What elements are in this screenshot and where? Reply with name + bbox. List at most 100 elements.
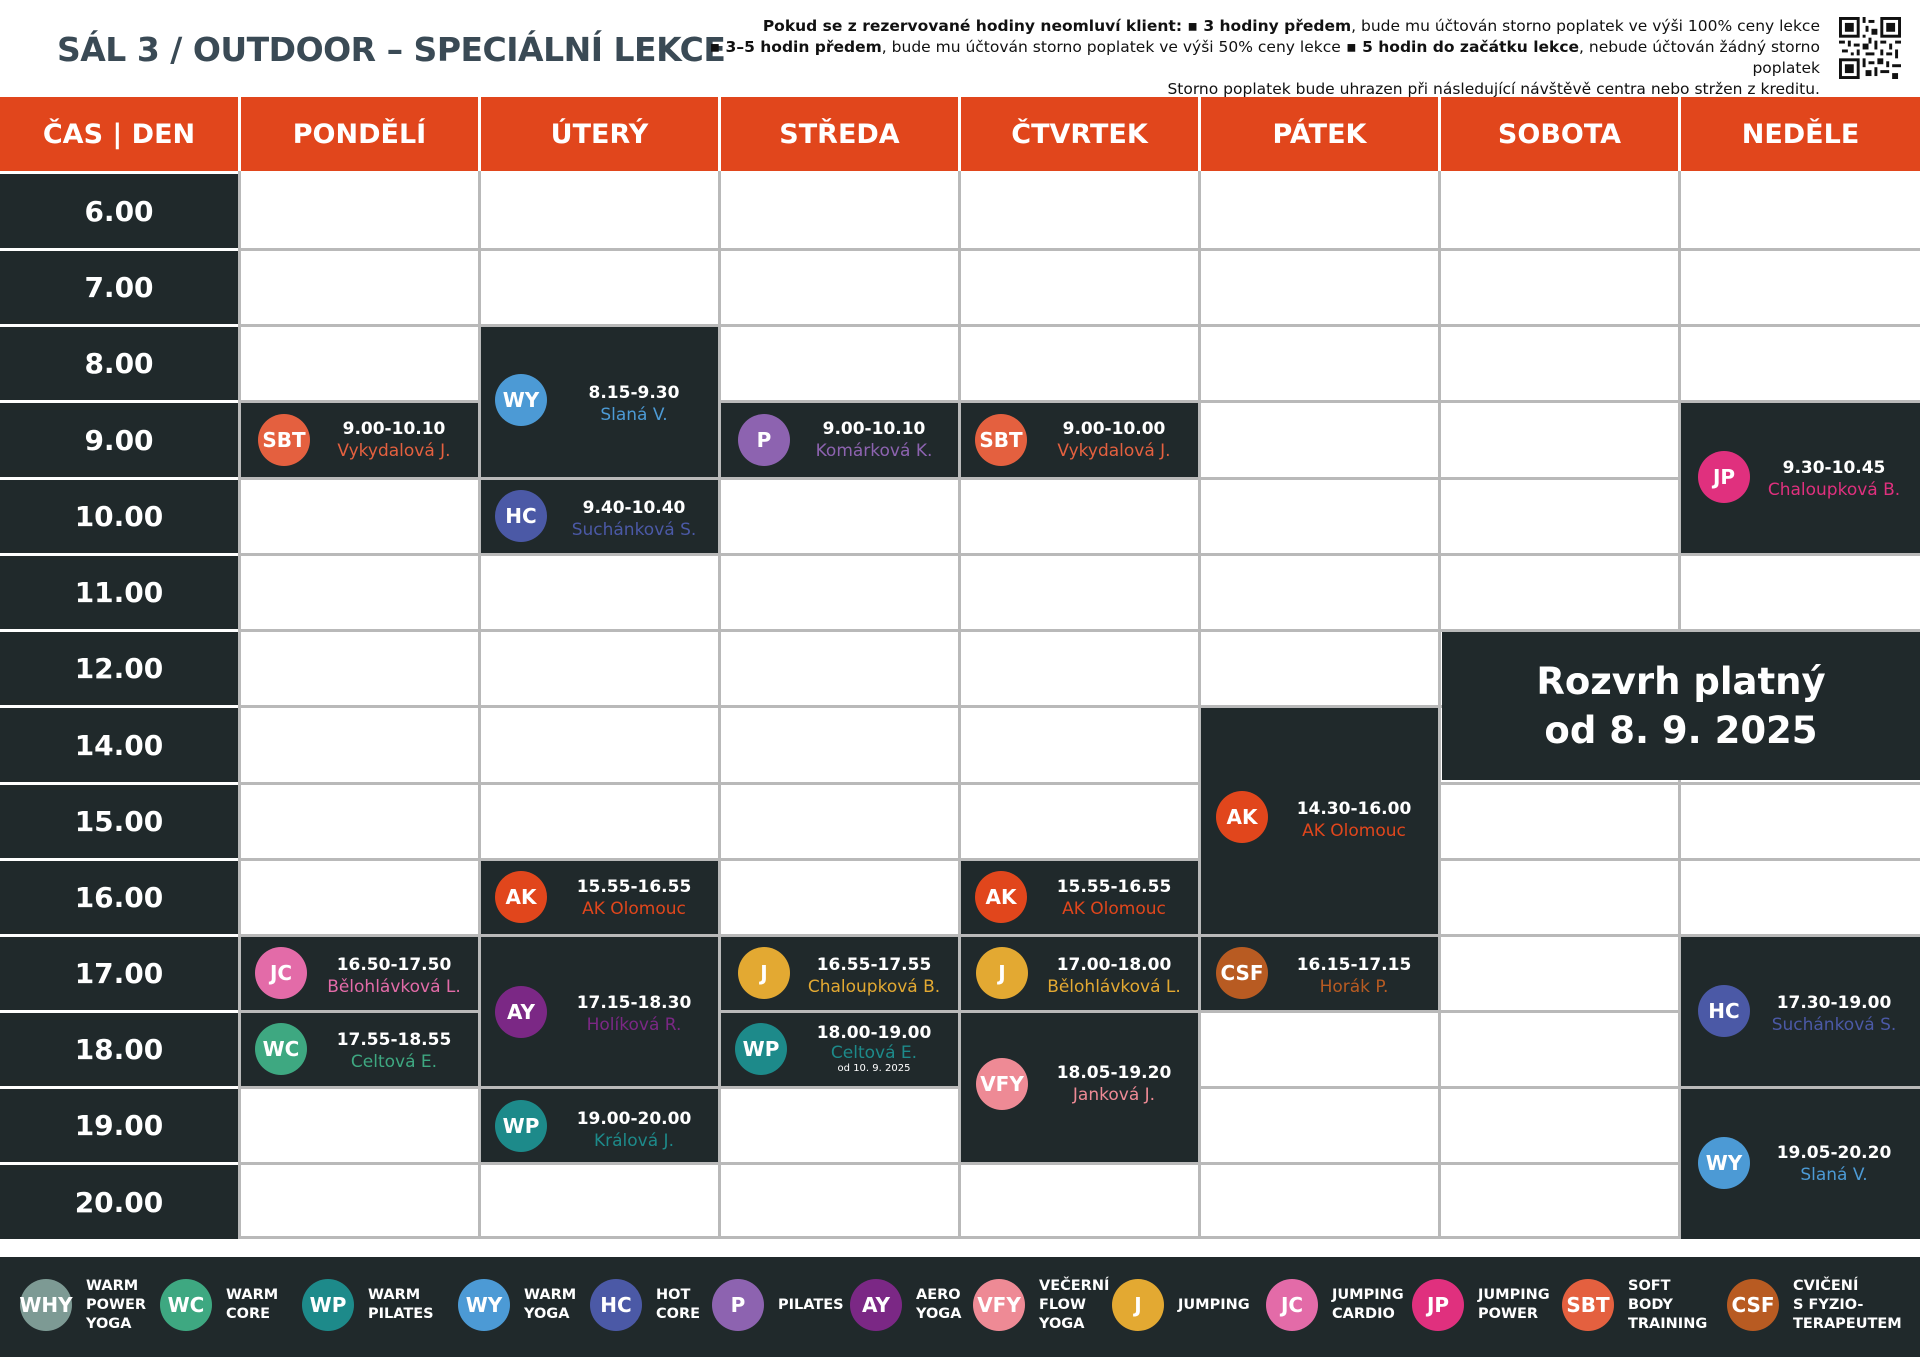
lesson-block[interactable]: WP 19.00-20.00 Králová J. [481,1089,718,1162]
lesson-instructor: Bělohlávková L. [327,977,461,997]
lesson-block[interactable]: JP 9.30-10.45 Chaloupková B. [1681,403,1920,553]
lesson-instructor: Chaloupková B. [1767,480,1901,500]
legend-label: AERO YOGA [916,1287,962,1322]
legend-code-badge: AY [850,1279,902,1331]
lesson-time: 8.15-9.30 [588,383,680,403]
lesson-instructor: Janková J. [1072,1085,1156,1105]
lesson-instructor: Vykydalová J. [337,441,451,461]
legend-code-badge: WC [160,1279,212,1331]
lesson-instructor: Slaná V. [600,405,668,425]
lesson-block[interactable]: AK 15.55-16.55 AK Olomouc [481,861,718,934]
legend-label: CVIČENÍ S FYZIO- TERAPEUTEM [1793,1277,1902,1332]
lesson-time: 16.55-17.55 [816,955,932,975]
lesson-code-badge: AK [495,871,547,923]
lesson-instructor: Celtová E. [830,1043,918,1063]
lesson-code-badge: CSF [1216,947,1268,999]
header-friday: PÁTEK [1201,97,1438,171]
lesson-block[interactable]: J 17.00-18.00 Bělohlávková L. [961,937,1198,1010]
header-thursday: ČTVRTEK [961,97,1198,171]
lesson-block[interactable]: HC 17.30-19.00 Suchánková S. [1681,937,1920,1086]
header-sunday: NEDĚLE [1681,97,1920,171]
lesson-time: 16.15-17.15 [1296,955,1412,975]
time-slot: 11.00 [0,556,238,629]
lesson-time: 9.40-10.40 [582,498,686,518]
legend-label: WARM POWER YOGA [86,1277,147,1332]
lesson-block[interactable]: AK 14.30-16.00 AK Olomouc [1201,708,1438,934]
lesson-block[interactable]: WY 8.15-9.30 Slaná V. [481,327,718,477]
cancellation-notice: Pokud se z rezervované hodiny neomluví k… [709,17,1820,98]
lesson-code-badge: HC [495,490,547,542]
header-saturday: SOBOTA [1441,97,1678,171]
legend-code-badge: HC [590,1279,642,1331]
time-slot: 14.00 [0,708,238,782]
lesson-instructor: Suchánková S. [571,520,697,540]
time-slot: 7.00 [0,251,238,324]
lesson-instructor: Holíková R. [586,1015,682,1035]
legend-code-badge: SBT [1562,1279,1614,1331]
legend-code-badge: WP [302,1279,354,1331]
lesson-block[interactable]: AK 15.55-16.55 AK Olomouc [961,861,1198,934]
time-slot: 9.00 [0,403,238,477]
time-slot: 16.00 [0,861,238,934]
lesson-time: 17.15-18.30 [576,993,692,1013]
lesson-block[interactable]: WC 17.55-18.55 Celtová E. [241,1013,478,1086]
lesson-code-badge: VFY [976,1058,1028,1110]
lesson-block[interactable]: SBT 9.00-10.10 Vykydalová J. [241,403,478,477]
lesson-block[interactable]: P 9.00-10.10 Komárková K. [721,403,958,477]
lesson-time: 14.30-16.00 [1296,799,1412,819]
lesson-block[interactable]: AY 17.15-18.30 Holíková R. [481,937,718,1086]
lesson-time: 9.00-10.10 [822,419,926,439]
legend-code-badge: J [1112,1279,1164,1331]
lesson-block[interactable]: J 16.55-17.55 Chaloupková B. [721,937,958,1010]
lesson-time: 16.50-17.50 [336,955,452,975]
lesson-instructor: AK Olomouc [582,899,686,919]
lesson-note: od 10. 9. 2025 [837,1063,911,1074]
lesson-time: 17.55-18.55 [336,1030,452,1050]
lesson-code-badge: AK [1216,791,1268,843]
legend-label: WARM YOGA [524,1287,577,1322]
lesson-instructor: Komárková K. [815,441,933,461]
lesson-block[interactable]: SBT 9.00-10.00 Vykydalová J. [961,403,1198,477]
lesson-instructor: Celtová E. [350,1052,438,1072]
legend-code-badge: VFY [973,1279,1025,1331]
qr-code-icon[interactable] [1839,17,1901,79]
lesson-code-badge: SBT [258,414,310,466]
valid-from-line1: Rozvrh platný [1536,660,1826,703]
lesson-time: 17.00-18.00 [1056,955,1172,975]
lesson-block[interactable]: JC 16.50-17.50 Bělohlávková L. [241,937,478,1010]
lesson-block[interactable]: CSF 16.15-17.15 Horák P. [1201,937,1438,1010]
lesson-time: 9.00-10.10 [342,419,446,439]
lesson-code-badge: AY [495,986,547,1038]
lesson-instructor: Slaná V. [1800,1165,1868,1185]
lesson-block[interactable]: HC 9.40-10.40 Suchánková S. [481,480,718,553]
legend-label: HOT CORE [656,1287,701,1322]
legend-label: WARM CORE [226,1287,279,1322]
lesson-block[interactable]: WP 18.00-19.00 Celtová E. od 10. 9. 2025 [721,1013,958,1086]
time-slot: 20.00 [0,1165,238,1239]
lesson-time: 18.05-19.20 [1056,1063,1172,1083]
lesson-time: 15.55-16.55 [1056,877,1172,897]
legend-code-badge: WHY [19,1279,73,1331]
time-slot: 10.00 [0,480,238,553]
grid-divider [238,782,1920,785]
lesson-code-badge: J [738,947,790,999]
header-time-day: ČAS | DEN [0,97,238,171]
schedule-valid-from: Rozvrh platný od 8. 9. 2025 [1442,632,1920,780]
lesson-code-badge: JP [1698,451,1750,503]
lesson-code-badge: WP [735,1023,787,1075]
time-slot: 17.00 [0,937,238,1010]
lesson-block[interactable]: VFY 18.05-19.20 Janková J. [961,1013,1198,1162]
lesson-instructor: Chaloupková B. [807,977,941,997]
lesson-time: 17.30-19.00 [1776,993,1892,1013]
lesson-instructor: AK Olomouc [1302,821,1406,841]
legend-label: JUMPING CARDIO [1332,1287,1404,1322]
header-tuesday: ÚTERÝ [481,97,718,171]
legend-label: JUMPING POWER [1478,1287,1550,1322]
grid-divider [238,1162,1920,1165]
lesson-code-badge: J [976,947,1028,999]
legend-code-badge: WY [458,1279,510,1331]
legend-code-badge: CSF [1727,1279,1779,1331]
lesson-block[interactable]: WY 19.05-20.20 Slaná V. [1681,1089,1920,1239]
lesson-code-badge: AK [975,871,1027,923]
lesson-instructor: Suchánková S. [1771,1015,1897,1035]
